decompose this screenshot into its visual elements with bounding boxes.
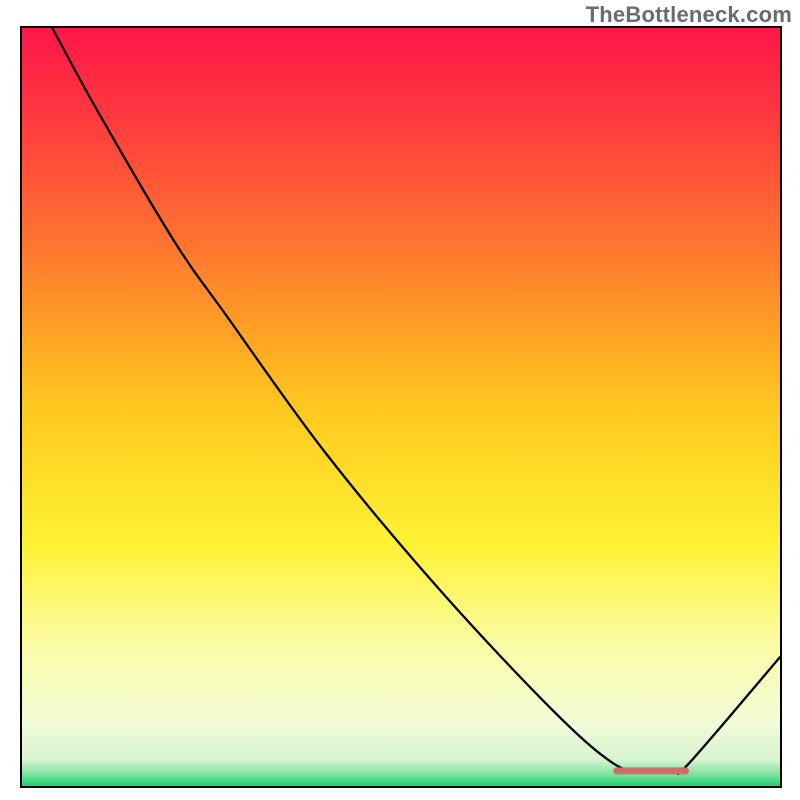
gradient-background (22, 28, 780, 786)
watermark-text: TheBottleneck.com (586, 2, 792, 28)
minimum-marker (613, 767, 689, 774)
bottleneck-chart (0, 0, 800, 800)
